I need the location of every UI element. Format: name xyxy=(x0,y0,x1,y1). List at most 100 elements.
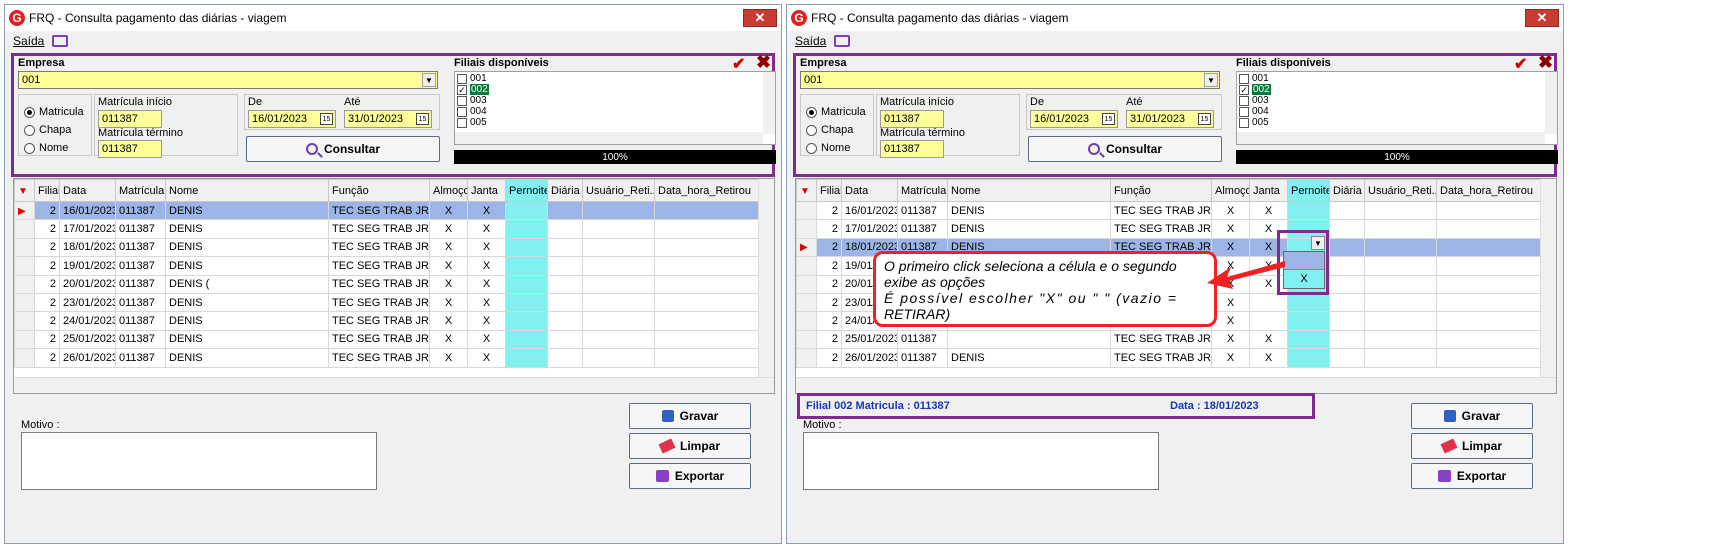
cell-diaria[interactable] xyxy=(1329,274,1365,294)
cell-usuario-retirou[interactable] xyxy=(582,274,655,294)
branch-checkbox[interactable] xyxy=(1239,117,1249,128)
cell-matricula[interactable]: 011387 xyxy=(897,219,948,239)
cell-funcao[interactable]: TEC SEG TRAB JR xyxy=(328,200,430,221)
branch-item[interactable]: ✓ 002 xyxy=(455,84,775,95)
cell-funcao[interactable]: TEC SEG TRAB JR xyxy=(328,274,430,294)
cell-usuario-retirou[interactable] xyxy=(1364,329,1437,350)
cell-almoco[interactable]: X xyxy=(429,237,468,258)
cell-nome[interactable]: DENIS xyxy=(165,329,329,350)
matricula-inicio-input[interactable]: 011387 xyxy=(880,110,944,128)
cell-janta[interactable]: X xyxy=(467,292,506,313)
branch-item[interactable]: 001 xyxy=(455,73,775,84)
consultar-button[interactable]: Consultar xyxy=(246,136,440,162)
cell-diaria[interactable] xyxy=(1329,292,1365,313)
cell-matricula[interactable]: 011387 xyxy=(897,329,948,350)
cell-pernoite[interactable] xyxy=(505,311,548,331)
row-indicator[interactable] xyxy=(14,292,35,313)
cell-usuario-retirou[interactable] xyxy=(582,256,655,276)
branch-checkbox[interactable] xyxy=(457,117,467,128)
radio-chapa-dot[interactable] xyxy=(24,124,35,136)
chevron-down-icon[interactable]: ▼ xyxy=(422,73,436,87)
cell-janta[interactable]: X xyxy=(467,311,506,331)
cell-data[interactable]: 16/01/2023 xyxy=(841,200,898,221)
cell-almoco[interactable]: X xyxy=(1211,292,1250,313)
cell-usuario-retirou[interactable] xyxy=(1364,292,1437,313)
motivo-textarea[interactable] xyxy=(21,432,377,490)
branch-vscroll[interactable] xyxy=(1545,72,1557,134)
cancel-x-icon[interactable]: ✖ xyxy=(756,52,771,73)
matricula-termino-input[interactable]: 011387 xyxy=(880,140,944,158)
table-row[interactable]: 2 26/01/2023 011387 DENIS TEC SEG TRAB JR X X xyxy=(796,348,1547,368)
cell-data[interactable]: 23/01/2023 xyxy=(59,292,116,313)
cell-almoco[interactable]: X xyxy=(1211,219,1250,239)
branch-item[interactable]: 004 xyxy=(455,106,775,117)
cell-data-hora-retirou[interactable] xyxy=(1436,200,1547,221)
cell-janta[interactable] xyxy=(1249,311,1288,331)
cell-data-hora-retirou[interactable] xyxy=(1436,256,1547,276)
col-data-hora-retirou[interactable]: Data_hora_Retirou xyxy=(654,179,765,202)
gravar-button[interactable]: Gravar xyxy=(1411,403,1533,429)
branch-checkbox-checked[interactable]: ✓ xyxy=(457,84,467,95)
branch-list[interactable]: 001 ✓ 002 003 004 005 xyxy=(454,71,776,145)
branch-item[interactable]: 003 xyxy=(455,95,775,106)
table-row[interactable]: 2 17/01/2023 011387 DENIS TEC SEG TRAB JR X X xyxy=(796,219,1547,239)
cell-data-hora-retirou[interactable] xyxy=(1436,348,1547,368)
cell-filial[interactable]: 2 xyxy=(816,256,842,276)
pernoite-option-x[interactable]: X xyxy=(1284,270,1324,288)
cell-funcao[interactable]: TEC SEG TRAB JR xyxy=(328,348,430,368)
cell-matricula[interactable]: 011387 xyxy=(897,200,948,221)
row-indicator[interactable]: ▶ xyxy=(796,237,817,258)
cell-nome[interactable]: DENIS ( xyxy=(165,274,329,294)
table-row[interactable]: 2 23/01/2023 011387 DENIS TEC SEG TRAB JR X X xyxy=(14,292,765,313)
col-matricula[interactable]: Matrícula xyxy=(897,179,948,202)
cell-pernoite[interactable] xyxy=(1287,292,1330,313)
cell-almoco[interactable]: X xyxy=(1211,200,1250,221)
cell-matricula[interactable]: 011387 xyxy=(115,292,166,313)
radio-matricula[interactable]: Matricula xyxy=(806,106,866,118)
cell-diaria[interactable] xyxy=(547,219,583,239)
cell-filial[interactable]: 2 xyxy=(34,256,60,276)
col-nome[interactable]: Nome xyxy=(165,179,329,202)
cell-data[interactable]: 26/01/2023 xyxy=(59,348,116,368)
cell-janta[interactable]: X xyxy=(467,348,506,368)
cell-data-hora-retirou[interactable] xyxy=(654,329,765,350)
branch-checkbox[interactable] xyxy=(457,95,467,106)
calendar-icon[interactable]: 15 xyxy=(1198,113,1211,125)
cell-matricula[interactable]: 011387 xyxy=(897,348,948,368)
row-indicator[interactable] xyxy=(14,219,35,239)
cell-nome[interactable] xyxy=(947,329,1111,350)
cell-pernoite[interactable] xyxy=(1287,200,1330,221)
col-funcao[interactable]: Função xyxy=(328,179,430,202)
radio-chapa-dot[interactable] xyxy=(806,124,817,136)
chevron-down-icon[interactable]: ▼ xyxy=(1204,73,1218,87)
cell-nome[interactable]: DENIS xyxy=(947,219,1111,239)
gravar-button[interactable]: Gravar xyxy=(629,403,751,429)
cell-nome[interactable]: DENIS xyxy=(165,237,329,258)
cell-almoco[interactable]: X xyxy=(429,200,468,221)
row-indicator[interactable] xyxy=(796,292,817,313)
col-almoco[interactable]: Almoço xyxy=(429,179,468,202)
col-data-hora-retirou[interactable]: Data_hora_Retirou xyxy=(1436,179,1547,202)
cell-filial[interactable]: 2 xyxy=(34,348,60,368)
cell-usuario-retirou[interactable] xyxy=(1364,200,1437,221)
cell-filial[interactable]: 2 xyxy=(34,274,60,294)
cell-janta[interactable]: X xyxy=(467,237,506,258)
cell-filial[interactable]: 2 xyxy=(816,274,842,294)
cell-data-hora-retirou[interactable] xyxy=(1436,219,1547,239)
cell-usuario-retirou[interactable] xyxy=(582,200,655,221)
cell-data[interactable]: 19/01/2023 xyxy=(59,256,116,276)
cell-matricula[interactable]: 011387 xyxy=(115,311,166,331)
cell-almoco[interactable]: X xyxy=(429,256,468,276)
de-date-input[interactable]: 16/01/2023 15 xyxy=(248,110,336,128)
cell-data-hora-retirou[interactable] xyxy=(654,292,765,313)
radio-chapa[interactable]: Chapa xyxy=(806,124,853,136)
cell-data-hora-retirou[interactable] xyxy=(1436,311,1547,331)
branch-item[interactable]: 004 xyxy=(1237,106,1557,117)
cell-diaria[interactable] xyxy=(1329,256,1365,276)
branch-checkbox[interactable] xyxy=(457,106,467,117)
cell-usuario-retirou[interactable] xyxy=(582,311,655,331)
monitor-icon[interactable] xyxy=(834,35,851,47)
menu-saida[interactable]: Saída xyxy=(795,34,826,48)
empresa-combo[interactable]: 001 ▼ xyxy=(800,71,1220,89)
row-indicator[interactable] xyxy=(14,311,35,331)
